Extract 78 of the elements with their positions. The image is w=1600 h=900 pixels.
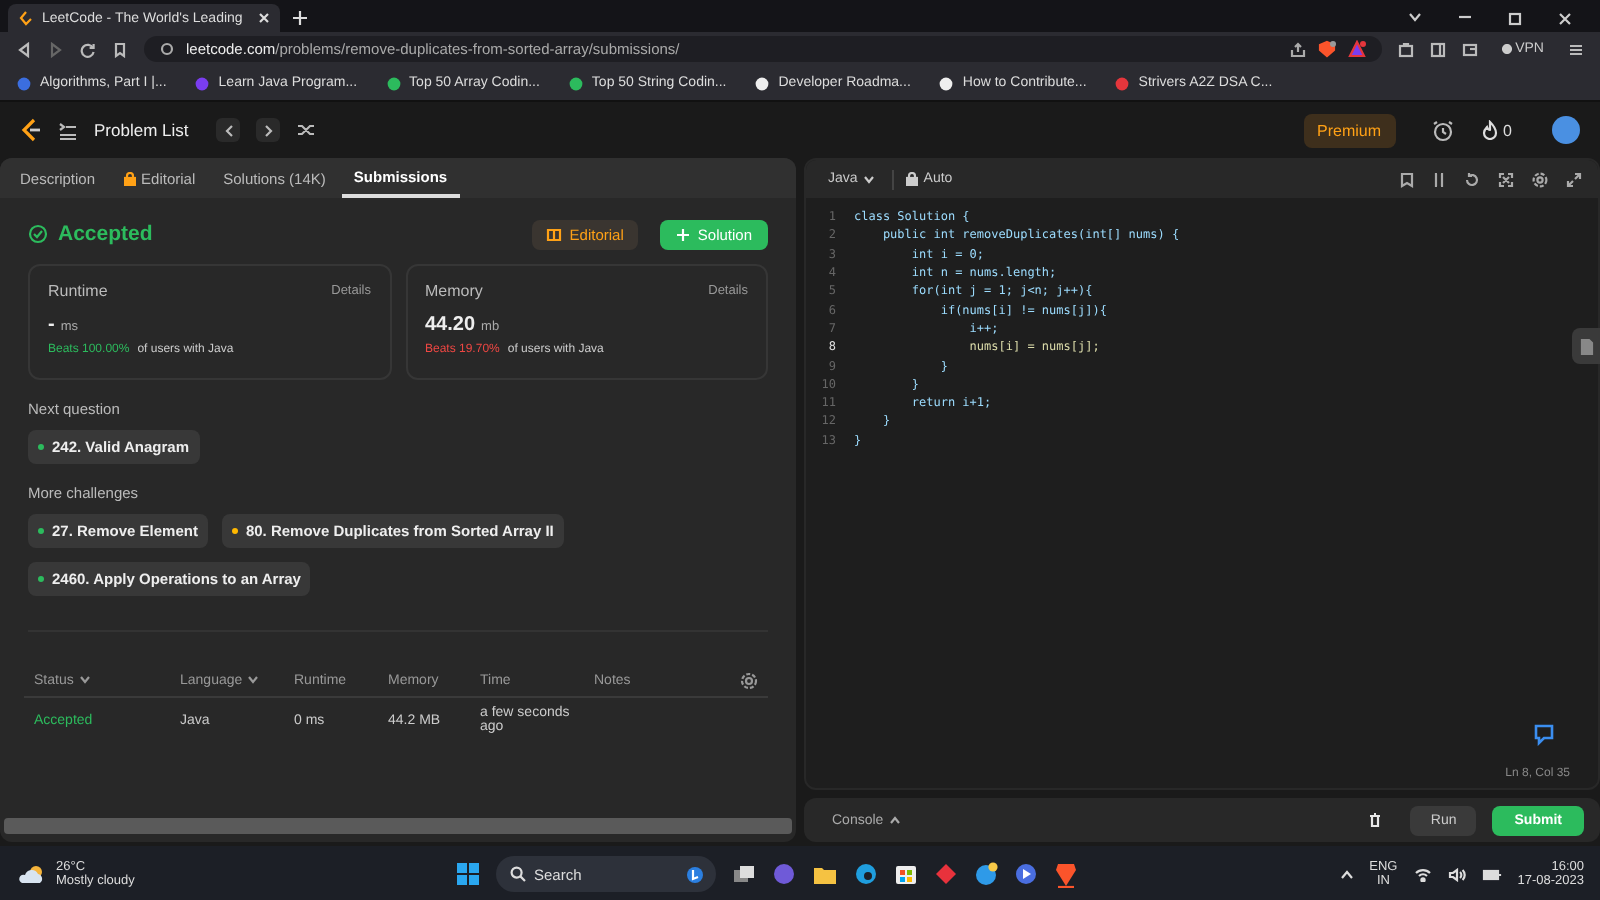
- alarm-clock-icon[interactable]: [1431, 119, 1454, 141]
- chevron-left-icon: [223, 123, 234, 137]
- maximize-icon[interactable]: [1508, 12, 1522, 26]
- book-icon: [545, 227, 562, 241]
- plus-icon[interactable]: [292, 10, 308, 26]
- chevron-up-icon[interactable]: [1339, 869, 1354, 879]
- wallet-icon[interactable]: [1461, 41, 1478, 57]
- back-icon[interactable]: [16, 41, 32, 57]
- wifi-icon[interactable]: [1413, 867, 1432, 881]
- site-icon: [754, 75, 771, 91]
- chevron-down-icon: [79, 676, 90, 684]
- speaker-icon[interactable]: [1447, 867, 1466, 881]
- result-status: Accepted: [58, 222, 153, 246]
- close-icon[interactable]: [258, 12, 270, 24]
- previous-button[interactable]: [216, 118, 241, 142]
- search-icon: [510, 866, 526, 882]
- chat-bubble-icon[interactable]: [1532, 722, 1556, 746]
- avatar[interactable]: [1552, 116, 1580, 144]
- site-icon: [385, 75, 402, 91]
- plus-icon: [675, 227, 690, 241]
- trash-icon[interactable]: [1368, 812, 1383, 828]
- premium-button[interactable]: Premium: [1303, 113, 1396, 147]
- close-icon[interactable]: [1558, 12, 1572, 26]
- triangle-icon[interactable]: [1347, 40, 1366, 58]
- problem-list-link[interactable]: Problem List: [94, 120, 189, 140]
- reset-icon[interactable]: [1464, 171, 1480, 187]
- folder-icon[interactable]: [812, 863, 838, 885]
- shuffle-icon[interactable]: [296, 122, 317, 138]
- puzzle-icon[interactable]: [1397, 41, 1414, 57]
- metric-title: Runtime: [48, 282, 108, 300]
- share-icon[interactable]: [1289, 41, 1306, 57]
- chevron-up-icon: [889, 816, 900, 824]
- reload-icon[interactable]: [80, 41, 96, 57]
- settings-icon[interactable]: [740, 671, 758, 689]
- sidebar-icon[interactable]: [1429, 41, 1446, 57]
- metric-value: -: [48, 314, 55, 336]
- diamond-icon[interactable]: [934, 862, 958, 886]
- expand-icon[interactable]: [1566, 171, 1582, 187]
- next-button[interactable]: [256, 118, 281, 142]
- chevron-right-icon: [263, 123, 274, 137]
- site-icon: [16, 75, 32, 91]
- side-note-button[interactable]: [1572, 328, 1600, 364]
- check-circle-icon: [28, 224, 48, 244]
- edge-icon[interactable]: [854, 862, 878, 886]
- chevron-down-icon: [863, 175, 874, 183]
- bookmark-icon[interactable]: [1400, 171, 1414, 187]
- list-icon[interactable]: [58, 121, 78, 139]
- brackets-icon[interactable]: [1498, 171, 1514, 187]
- metric-value: 44.20: [425, 314, 476, 336]
- play-app-icon[interactable]: [1014, 862, 1038, 886]
- horizontal-scrollbar[interactable]: [4, 818, 792, 834]
- minimize-icon[interactable]: [1458, 12, 1472, 22]
- lock-icon: [123, 171, 136, 185]
- site-info-icon: [160, 42, 174, 56]
- battery-icon[interactable]: [1481, 867, 1502, 881]
- settings-icon[interactable]: [1532, 171, 1548, 187]
- bing-icon[interactable]: [686, 865, 704, 883]
- site-icon: [194, 75, 211, 91]
- shield-icon[interactable]: [1317, 40, 1336, 58]
- note-icon: [1579, 337, 1593, 355]
- logo-icon[interactable]: [20, 118, 42, 142]
- cloud-icon[interactable]: [16, 862, 48, 886]
- chevron-down-icon[interactable]: [1408, 12, 1422, 22]
- site-icon: [1114, 75, 1131, 91]
- forward-icon: [48, 41, 64, 57]
- chat-app-icon[interactable]: [772, 862, 796, 886]
- flame-icon[interactable]: [1481, 120, 1498, 140]
- lock-icon: [905, 172, 918, 186]
- store-icon[interactable]: [894, 862, 918, 886]
- chevron-down-icon: [248, 676, 259, 684]
- site-icon: [938, 75, 955, 91]
- task-view-icon[interactable]: [732, 863, 756, 885]
- metric-title: Memory: [425, 282, 483, 300]
- site-icon: [567, 75, 584, 91]
- menu-icon[interactable]: [1568, 41, 1584, 57]
- streak-count: 0: [1503, 121, 1512, 139]
- bookmark-icon[interactable]: [112, 41, 128, 57]
- start-icon[interactable]: [456, 862, 480, 886]
